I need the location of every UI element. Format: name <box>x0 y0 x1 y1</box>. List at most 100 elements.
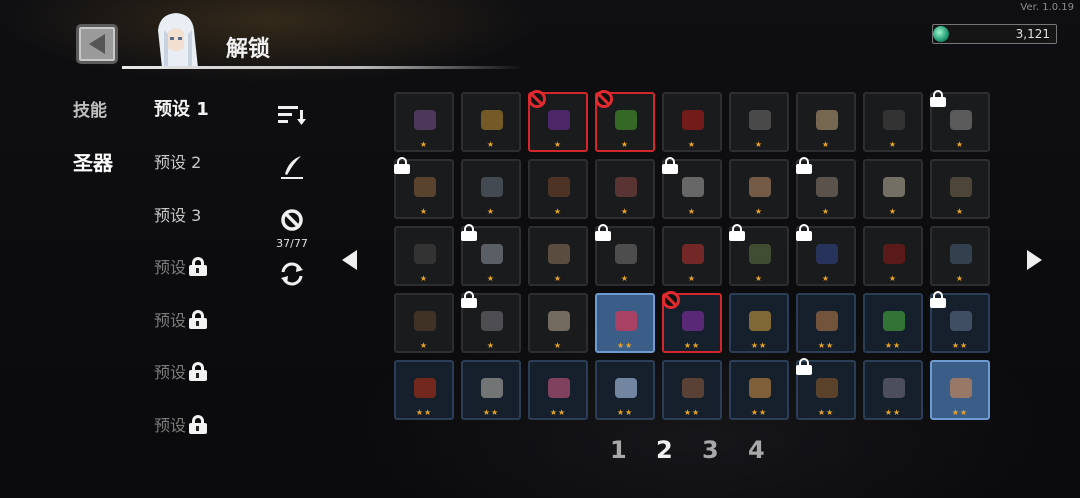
rarity-stars: ★★ <box>750 408 768 417</box>
version-label: Ver. 1.0.19 <box>1020 2 1074 13</box>
relic-slot[interactable]: ★★ <box>394 360 454 420</box>
relic-slot[interactable]: ★★ <box>796 293 856 353</box>
relic-slot[interactable]: ★ <box>662 226 722 286</box>
ban-icon <box>595 90 613 108</box>
rarity-stars: ★ <box>553 274 563 283</box>
rarity-stars: ★ <box>620 274 630 283</box>
relic-icon <box>816 311 838 331</box>
relic-slot[interactable]: ★ <box>729 159 789 219</box>
relic-slot[interactable]: ★★ <box>930 360 990 420</box>
preset-item[interactable]: 预设 <box>154 307 208 331</box>
relic-slot[interactable]: ★ <box>796 157 856 219</box>
relic-slot[interactable]: ★★ <box>796 358 856 420</box>
rarity-stars: ★★ <box>616 408 634 417</box>
page-number[interactable]: 1 <box>610 436 627 464</box>
lock-icon <box>188 362 208 381</box>
lock-icon <box>393 157 411 174</box>
relic-slot[interactable]: ★★ <box>930 291 990 353</box>
relic-slot[interactable]: ★ <box>393 157 454 219</box>
tab-skills[interactable]: 技能 <box>73 96 107 121</box>
relic-slot[interactable]: ★ <box>729 92 789 152</box>
rarity-stars: ★ <box>687 207 697 216</box>
relic-slot[interactable]: ★ <box>595 159 655 219</box>
relic-icon <box>816 244 838 264</box>
relic-slot[interactable]: ★★ <box>863 293 923 353</box>
rarity-stars: ★★ <box>884 408 902 417</box>
relic-slot[interactable]: ★ <box>528 90 588 152</box>
relic-icon <box>749 110 771 130</box>
relic-slot[interactable]: ★★ <box>662 291 722 353</box>
relic-slot[interactable]: ★★ <box>595 293 655 353</box>
relic-slot[interactable]: ★ <box>595 90 655 152</box>
relic-slot[interactable]: ★ <box>528 293 588 353</box>
rarity-stars: ★★ <box>482 408 500 417</box>
relic-slot[interactable]: ★ <box>394 293 454 353</box>
relic-slot[interactable]: ★★ <box>863 360 923 420</box>
relic-icon <box>950 244 972 264</box>
rarity-stars: ★ <box>955 274 965 283</box>
relic-slot[interactable]: ★ <box>662 157 722 219</box>
prev-page-arrow-icon[interactable] <box>342 250 357 270</box>
ban-icon <box>662 291 680 309</box>
relic-icon <box>950 378 972 398</box>
rarity-stars: ★ <box>888 274 898 283</box>
preset-item[interactable]: 预设 3 <box>154 202 201 226</box>
page-number[interactable]: 2 <box>656 436 673 464</box>
relic-icon <box>481 110 503 130</box>
preset-item[interactable]: 预设 <box>154 359 208 383</box>
relic-icon <box>883 378 905 398</box>
relic-slot[interactable]: ★ <box>461 291 521 353</box>
edit-button[interactable] <box>276 154 308 180</box>
relic-icon <box>883 311 905 331</box>
relic-slot[interactable]: ★ <box>461 159 521 219</box>
relic-slot[interactable]: ★ <box>662 92 722 152</box>
relic-slot[interactable]: ★ <box>863 92 923 152</box>
relic-slot[interactable]: ★ <box>394 92 454 152</box>
page-number[interactable]: 4 <box>748 436 765 464</box>
back-button[interactable] <box>76 24 118 64</box>
preset-item[interactable]: 预设 <box>154 254 208 278</box>
rarity-stars: ★★ <box>817 408 835 417</box>
rarity-stars: ★ <box>888 207 898 216</box>
relic-slot[interactable]: ★ <box>930 159 990 219</box>
relic-slot[interactable]: ★★ <box>662 360 722 420</box>
relic-icon <box>414 244 436 264</box>
relic-slot[interactable]: ★ <box>729 224 789 286</box>
relic-slot[interactable]: ★ <box>929 90 990 152</box>
tab-relics[interactable]: 圣器 <box>73 147 113 176</box>
character-portrait <box>158 13 198 68</box>
relic-slot[interactable]: ★ <box>595 224 655 286</box>
relic-slot[interactable]: ★★ <box>528 360 588 420</box>
relic-slot[interactable]: ★ <box>461 224 521 286</box>
relic-icon <box>883 244 905 264</box>
relic-slot[interactable]: ★ <box>528 159 588 219</box>
relic-slot[interactable]: ★ <box>930 226 990 286</box>
relic-slot[interactable]: ★ <box>863 226 923 286</box>
rarity-stars: ★ <box>955 207 965 216</box>
sort-button[interactable] <box>276 104 308 126</box>
quill-icon <box>281 156 303 179</box>
relic-icon <box>816 110 838 130</box>
preset-item[interactable]: 预设 2 <box>154 149 201 173</box>
relic-slot[interactable]: ★ <box>863 159 923 219</box>
lock-icon <box>929 90 947 107</box>
next-page-arrow-icon[interactable] <box>1027 250 1042 270</box>
preset-item[interactable]: 预设 1 <box>154 95 209 121</box>
relic-slot[interactable]: ★★ <box>729 293 789 353</box>
relic-slot[interactable]: ★ <box>796 224 856 286</box>
reset-button[interactable] <box>276 261 308 287</box>
relic-icon <box>950 177 972 197</box>
relic-slot[interactable]: ★★ <box>461 360 521 420</box>
relic-icon <box>414 177 436 197</box>
rarity-stars: ★ <box>754 274 764 283</box>
preset-item[interactable]: 预设 <box>154 412 208 436</box>
relic-slot[interactable]: ★ <box>528 226 588 286</box>
relic-slot[interactable]: ★ <box>461 92 521 152</box>
relic-slot[interactable]: ★★ <box>729 360 789 420</box>
relic-slot[interactable]: ★ <box>796 92 856 152</box>
relic-slot[interactable]: ★ <box>394 226 454 286</box>
page-number[interactable]: 3 <box>702 436 719 464</box>
relic-icon <box>749 177 771 197</box>
ban-filter-button[interactable] <box>276 208 308 232</box>
relic-slot[interactable]: ★★ <box>595 360 655 420</box>
